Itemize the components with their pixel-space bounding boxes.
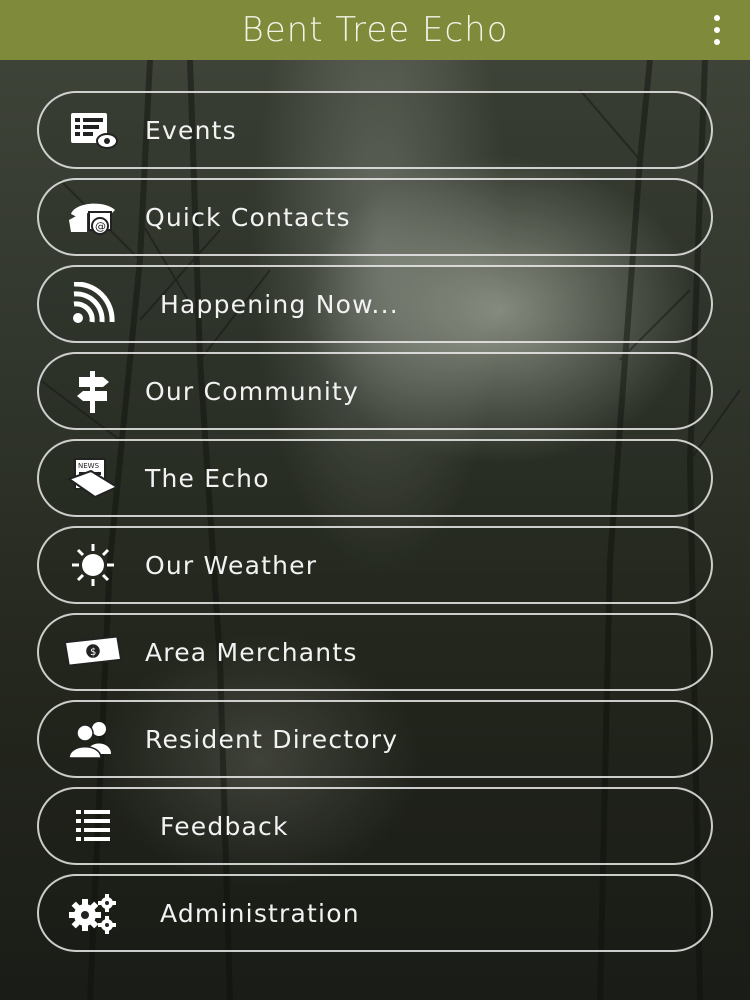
svg-text:@: @ [95,220,106,233]
menu-item-administration[interactable]: Administration [37,874,713,952]
menu-item-label: Resident Directory [145,724,399,754]
app-header: Bent Tree Echo [0,0,750,60]
contacts-icon: @ [63,195,123,239]
menu-item-events[interactable]: Events [37,91,713,169]
menu-item-the-echo[interactable]: NEWS The Echo [37,439,713,517]
signpost-icon [63,369,123,413]
people-icon [63,717,123,761]
menu-item-quick-contacts[interactable]: @ Quick Contacts [37,178,713,256]
main-menu: Events @ Quick Contacts Happening Now... [37,91,713,961]
menu-item-feedback[interactable]: Feedback [37,787,713,865]
menu-item-area-merchants[interactable]: $ Area Merchants [37,613,713,691]
gears-icon [63,891,123,935]
menu-item-label: Area Merchants [145,637,358,667]
menu-item-label: Events [145,115,237,145]
menu-item-our-weather[interactable]: Our Weather [37,526,713,604]
menu-item-happening-now[interactable]: Happening Now... [37,265,713,343]
menu-item-label: The Echo [145,463,270,493]
list-icon [63,804,123,848]
menu-item-label: Happening Now... [160,289,399,319]
more-vert-icon[interactable] [710,15,724,45]
app-title: Bent Tree Echo [241,10,509,50]
menu-item-label: Our Community [145,376,360,406]
money-icon: $ [63,630,123,674]
menu-item-label: Administration [160,898,360,928]
events-icon [63,108,123,152]
menu-item-label: Feedback [160,811,289,841]
svg-text:$: $ [90,647,96,658]
svg-text:NEWS: NEWS [78,462,100,470]
menu-item-resident-directory[interactable]: Resident Directory [37,700,713,778]
newspaper-icon: NEWS [63,456,123,500]
sun-icon [63,543,123,587]
rss-icon [63,282,123,326]
menu-item-our-community[interactable]: Our Community [37,352,713,430]
menu-item-label: Quick Contacts [145,202,351,232]
menu-item-label: Our Weather [145,550,318,580]
